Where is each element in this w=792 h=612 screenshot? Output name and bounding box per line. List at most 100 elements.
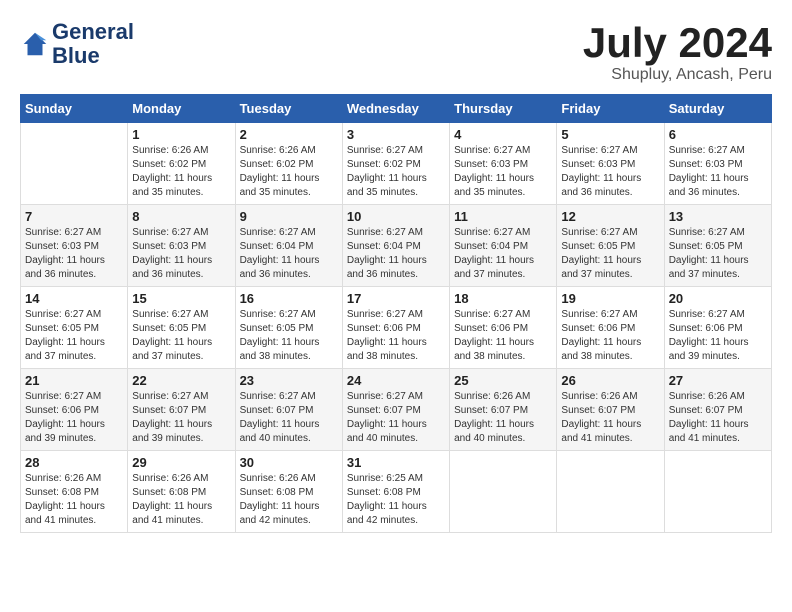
calendar-week-row: 28 Sunrise: 6:26 AMSunset: 6:08 PMDayligh… xyxy=(21,451,772,533)
day-number: 6 xyxy=(669,127,767,142)
calendar-cell: 13 Sunrise: 6:27 AMSunset: 6:05 PMDayligh… xyxy=(664,205,771,287)
day-info: Sunrise: 6:26 AMSunset: 6:08 PMDaylight:… xyxy=(240,472,338,528)
day-info: Sunrise: 6:27 AMSunset: 6:05 PMDaylight:… xyxy=(240,308,338,364)
day-number: 26 xyxy=(561,373,659,388)
day-number: 3 xyxy=(347,127,445,142)
calendar-cell: 16Sunrise: 6:27 AMSunset: 6:05 PMDayligh… xyxy=(235,287,342,369)
day-info: Sunrise: 6:27 AMSunset: 6:06 PMDaylight:… xyxy=(669,308,767,364)
calendar-cell xyxy=(557,451,664,533)
logo-text: General Blue xyxy=(52,20,134,68)
day-info: Sunrise: 6:27 AMSunset: 6:06 PMDaylight:… xyxy=(561,308,659,364)
day-info: Sunrise: 6:26 AMSunset: 6:07 PMDaylight:… xyxy=(454,390,552,446)
day-number: 4 xyxy=(454,127,552,142)
day-info: Sunrise: 6:27 AMSunset: 6:02 PMDaylight:… xyxy=(347,144,445,200)
page-header: General Blue July 2024 Shupluy, Ancash, … xyxy=(20,20,772,84)
day-info: Sunrise: 6:27 AMSunset: 6:06 PMDaylight:… xyxy=(454,308,552,364)
calendar-header-row: SundayMondayTuesdayWednesdayThursdayFrid… xyxy=(21,95,772,123)
day-info: Sunrise: 6:26 AMSunset: 6:07 PMDaylight:… xyxy=(561,390,659,446)
calendar-cell xyxy=(450,451,557,533)
calendar-week-row: 7Sunrise: 6:27 AMSunset: 6:03 PMDaylight… xyxy=(21,205,772,287)
day-number: 1 xyxy=(132,127,230,142)
calendar-cell: 15Sunrise: 6:27 AMSunset: 6:05 PMDayligh… xyxy=(128,287,235,369)
location-subtitle: Shupluy, Ancash, Peru xyxy=(583,66,772,84)
day-info: Sunrise: 6:27 AMSunset: 6:06 PMDaylight:… xyxy=(25,390,123,446)
day-info: Sunrise: 6:27 AMSunset: 6:05 PMDaylight:… xyxy=(669,226,767,282)
day-info: Sunrise: 6:27 AMSunset: 6:04 PMDaylight:… xyxy=(347,226,445,282)
calendar-cell: 18 Sunrise: 6:27 AMSunset: 6:06 PMDayligh… xyxy=(450,287,557,369)
day-info: Sunrise: 6:27 AMSunset: 6:07 PMDaylight:… xyxy=(240,390,338,446)
day-info: Sunrise: 6:27 AMSunset: 6:06 PMDaylight:… xyxy=(347,308,445,364)
day-info: Sunrise: 6:27 AMSunset: 6:05 PMDaylight:… xyxy=(132,308,230,364)
calendar-cell: 29Sunrise: 6:26 AMSunset: 6:08 PMDayligh… xyxy=(128,451,235,533)
day-number: 2 xyxy=(240,127,338,142)
day-number: 17 xyxy=(347,291,445,306)
day-number: 20 xyxy=(669,291,767,306)
calendar-cell: 8 Sunrise: 6:27 AMSunset: 6:03 PMDaylight… xyxy=(128,205,235,287)
calendar-cell: 2 Sunrise: 6:26 AMSunset: 6:02 PMDaylight… xyxy=(235,123,342,205)
day-info: Sunrise: 6:27 AMSunset: 6:07 PMDaylight:… xyxy=(347,390,445,446)
calendar-cell: 27 Sunrise: 6:26 AMSunset: 6:07 PMDayligh… xyxy=(664,369,771,451)
calendar-cell: 5Sunrise: 6:27 AMSunset: 6:03 PMDaylight… xyxy=(557,123,664,205)
calendar-cell: 9 Sunrise: 6:27 AMSunset: 6:04 PMDaylight… xyxy=(235,205,342,287)
day-number: 22 xyxy=(132,373,230,388)
day-number: 12 xyxy=(561,209,659,224)
logo: General Blue xyxy=(20,20,134,68)
day-number: 14 xyxy=(25,291,123,306)
calendar-cell: 17 Sunrise: 6:27 AMSunset: 6:06 PMDayligh… xyxy=(342,287,449,369)
day-info: Sunrise: 6:27 AMSunset: 6:03 PMDaylight:… xyxy=(669,144,767,200)
day-number: 23 xyxy=(240,373,338,388)
day-info: Sunrise: 6:26 AMSunset: 6:08 PMDaylight:… xyxy=(132,472,230,528)
day-number: 27 xyxy=(669,373,767,388)
calendar-cell: 7Sunrise: 6:27 AMSunset: 6:03 PMDaylight… xyxy=(21,205,128,287)
calendar-cell: 23 Sunrise: 6:27 AMSunset: 6:07 PMDayligh… xyxy=(235,369,342,451)
day-number: 10 xyxy=(347,209,445,224)
calendar-cell: 22 Sunrise: 6:27 AMSunset: 6:07 PMDayligh… xyxy=(128,369,235,451)
day-info: Sunrise: 6:26 AMSunset: 6:02 PMDaylight:… xyxy=(132,144,230,200)
calendar-cell: 30 Sunrise: 6:26 AMSunset: 6:08 PMDayligh… xyxy=(235,451,342,533)
title-area: July 2024 Shupluy, Ancash, Peru xyxy=(583,20,772,84)
day-number: 18 xyxy=(454,291,552,306)
calendar-cell: 21 Sunrise: 6:27 AMSunset: 6:06 PMDayligh… xyxy=(21,369,128,451)
weekday-header: Monday xyxy=(128,95,235,123)
day-number: 30 xyxy=(240,455,338,470)
calendar-table: SundayMondayTuesdayWednesdayThursdayFrid… xyxy=(20,94,772,533)
calendar-cell: 1 Sunrise: 6:26 AMSunset: 6:02 PMDaylight… xyxy=(128,123,235,205)
day-info: Sunrise: 6:27 AMSunset: 6:03 PMDaylight:… xyxy=(132,226,230,282)
day-info: Sunrise: 6:27 AMSunset: 6:04 PMDaylight:… xyxy=(240,226,338,282)
day-number: 8 xyxy=(132,209,230,224)
day-number: 28 xyxy=(25,455,123,470)
calendar-cell: 14 Sunrise: 6:27 AMSunset: 6:05 PMDayligh… xyxy=(21,287,128,369)
day-number: 21 xyxy=(25,373,123,388)
calendar-cell: 10 Sunrise: 6:27 AMSunset: 6:04 PMDayligh… xyxy=(342,205,449,287)
weekday-header: Thursday xyxy=(450,95,557,123)
day-number: 31 xyxy=(347,455,445,470)
day-info: Sunrise: 6:27 AMSunset: 6:03 PMDaylight:… xyxy=(25,226,123,282)
day-number: 24 xyxy=(347,373,445,388)
day-info: Sunrise: 6:27 AMSunset: 6:07 PMDaylight:… xyxy=(132,390,230,446)
day-number: 25 xyxy=(454,373,552,388)
calendar-week-row: 14 Sunrise: 6:27 AMSunset: 6:05 PMDayligh… xyxy=(21,287,772,369)
day-info: Sunrise: 6:27 AMSunset: 6:05 PMDaylight:… xyxy=(25,308,123,364)
calendar-cell: 25 Sunrise: 6:26 AMSunset: 6:07 PMDayligh… xyxy=(450,369,557,451)
calendar-cell: 19 Sunrise: 6:27 AMSunset: 6:06 PMDayligh… xyxy=(557,287,664,369)
day-number: 19 xyxy=(561,291,659,306)
calendar-cell: 20 Sunrise: 6:27 AMSunset: 6:06 PMDayligh… xyxy=(664,287,771,369)
day-number: 5 xyxy=(561,127,659,142)
day-number: 13 xyxy=(669,209,767,224)
calendar-cell: 28 Sunrise: 6:26 AMSunset: 6:08 PMDayligh… xyxy=(21,451,128,533)
calendar-cell: 26 Sunrise: 6:26 AMSunset: 6:07 PMDayligh… xyxy=(557,369,664,451)
day-info: Sunrise: 6:26 AMSunset: 6:08 PMDaylight:… xyxy=(25,472,123,528)
day-info: Sunrise: 6:27 AMSunset: 6:03 PMDaylight:… xyxy=(454,144,552,200)
weekday-header: Friday xyxy=(557,95,664,123)
day-info: Sunrise: 6:25 AMSunset: 6:08 PMDaylight:… xyxy=(347,472,445,528)
calendar-cell: 12Sunrise: 6:27 AMSunset: 6:05 PMDayligh… xyxy=(557,205,664,287)
weekday-header: Saturday xyxy=(664,95,771,123)
calendar-cell: 31 Sunrise: 6:25 AMSunset: 6:08 PMDayligh… xyxy=(342,451,449,533)
day-info: Sunrise: 6:26 AMSunset: 6:02 PMDaylight:… xyxy=(240,144,338,200)
calendar-cell xyxy=(664,451,771,533)
day-number: 9 xyxy=(240,209,338,224)
day-info: Sunrise: 6:26 AMSunset: 6:07 PMDaylight:… xyxy=(669,390,767,446)
weekday-header: Sunday xyxy=(21,95,128,123)
day-number: 11 xyxy=(454,209,552,224)
calendar-cell: 3 Sunrise: 6:27 AMSunset: 6:02 PMDaylight… xyxy=(342,123,449,205)
